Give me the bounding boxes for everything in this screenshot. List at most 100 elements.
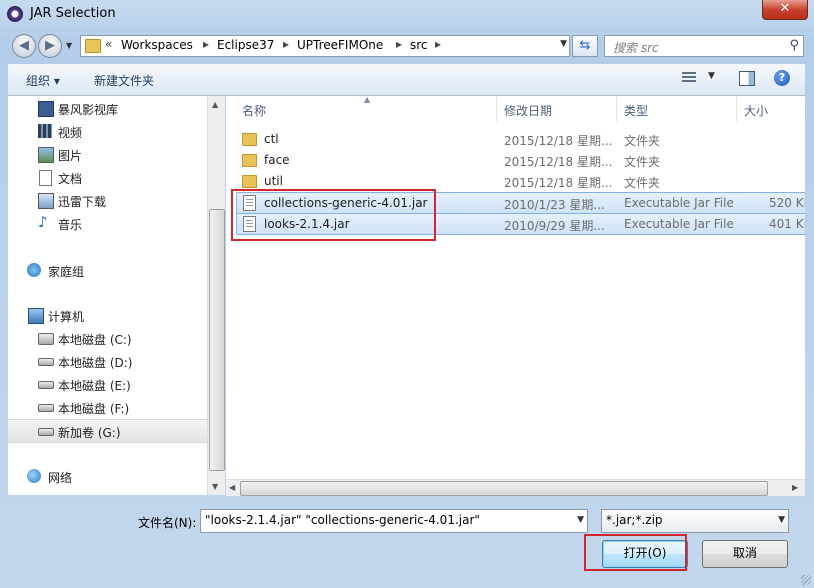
network-icon bbox=[27, 469, 41, 483]
eclipse-icon bbox=[7, 6, 23, 22]
nav-item-drive-g[interactable]: 新加卷 (G:) bbox=[8, 419, 207, 443]
computer-icon bbox=[28, 308, 44, 324]
drive-icon bbox=[38, 404, 54, 412]
file-type: Executable Jar File bbox=[624, 196, 734, 210]
nav-label: 迅雷下载 bbox=[58, 195, 107, 209]
column-header-date[interactable]: 修改日期 bbox=[496, 96, 617, 122]
nav-label: 本地磁盘 (F:) bbox=[58, 402, 130, 416]
view-dropdown-icon[interactable]: ▼ bbox=[708, 71, 715, 81]
file-type-dropdown-icon[interactable]: ▼ bbox=[778, 515, 785, 525]
column-label: 名称 bbox=[242, 104, 267, 118]
breadcrumb-uptreefimone[interactable]: UPTreeFIMOne bbox=[297, 38, 383, 52]
filename-label: 文件名(N): bbox=[138, 516, 197, 530]
nav-label: 暴风影视库 bbox=[58, 103, 119, 117]
breadcrumb-overflow[interactable]: « bbox=[105, 37, 112, 51]
back-button[interactable]: ◀ bbox=[12, 34, 36, 58]
video-icon bbox=[38, 124, 52, 138]
file-size: 401 KB bbox=[769, 217, 805, 231]
drive-icon bbox=[38, 358, 54, 366]
nav-item-videos[interactable]: 视频 bbox=[8, 120, 207, 142]
file-list: 名称 ▲ 修改日期 类型 大小 ctl 2015/12/18 星期... 文件夹… bbox=[226, 96, 805, 495]
breadcrumb-src[interactable]: src bbox=[410, 38, 428, 52]
resize-grip[interactable] bbox=[801, 575, 811, 585]
nav-item-documents[interactable]: 文档 bbox=[8, 166, 207, 188]
file-name: face bbox=[264, 153, 290, 167]
forward-button[interactable]: ▶ bbox=[38, 34, 62, 58]
system-drive-icon bbox=[38, 333, 54, 345]
nav-item-drive-d[interactable]: 本地磁盘 (D:) bbox=[8, 350, 207, 372]
nav-label: 文档 bbox=[58, 172, 83, 186]
column-label: 类型 bbox=[624, 104, 649, 118]
drive-icon bbox=[38, 428, 54, 436]
file-row-folder[interactable]: ctl 2015/12/18 星期... 文件夹 bbox=[236, 129, 805, 149]
dialog-window: JAR Selection ✕ ◀ ▶ ▼ « Workspaces ▸ Ecl… bbox=[0, 0, 814, 588]
breadcrumb-separator-icon[interactable]: ▸ bbox=[283, 37, 289, 51]
sort-ascending-icon: ▲ bbox=[364, 96, 371, 104]
file-type-value: *.jar;*.zip bbox=[606, 513, 663, 527]
search-input[interactable]: 搜索 src ⚲ bbox=[604, 35, 804, 57]
breadcrumb-separator-icon[interactable]: ▸ bbox=[203, 37, 209, 51]
file-row-folder[interactable]: face 2015/12/18 星期... 文件夹 bbox=[236, 150, 805, 170]
filename-input[interactable]: "looks-2.1.4.jar" "collections-generic-4… bbox=[200, 509, 588, 533]
filename-dropdown-icon[interactable]: ▼ bbox=[577, 515, 584, 525]
nav-item-drive-e[interactable]: 本地磁盘 (E:) bbox=[8, 373, 207, 395]
file-row-folder[interactable]: util 2015/12/18 星期... 文件夹 bbox=[236, 171, 805, 191]
file-type-select[interactable]: *.jar;*.zip ▼ bbox=[601, 509, 789, 533]
breadcrumb-separator-icon[interactable]: ▸ bbox=[396, 37, 402, 51]
annotation-highlight-open bbox=[584, 534, 687, 571]
file-date: 2010/9/29 星期... bbox=[504, 219, 605, 233]
help-icon[interactable]: ? bbox=[774, 70, 790, 86]
filename-value: "looks-2.1.4.jar" "collections-generic-4… bbox=[205, 513, 480, 527]
folder-icon bbox=[85, 39, 101, 53]
breadcrumb-eclipse37[interactable]: Eclipse37 bbox=[217, 38, 274, 52]
history-dropdown-icon[interactable]: ▼ bbox=[66, 41, 72, 50]
search-icon[interactable]: ⚲ bbox=[789, 38, 799, 53]
video-library-icon bbox=[38, 101, 54, 117]
nav-item-network[interactable]: 网络 bbox=[8, 465, 207, 487]
preview-pane-icon[interactable] bbox=[739, 71, 755, 86]
scroll-down-icon[interactable]: ▼ bbox=[212, 482, 218, 491]
file-type: Executable Jar File bbox=[624, 217, 734, 231]
nav-label: 音乐 bbox=[58, 218, 83, 232]
address-dropdown-icon[interactable]: ▼ bbox=[560, 39, 567, 49]
window-title: JAR Selection bbox=[30, 6, 116, 21]
scroll-right-icon[interactable]: ▶ bbox=[792, 483, 798, 492]
nav-scrollbar[interactable]: ▲ ▼ bbox=[207, 96, 225, 495]
new-folder-button[interactable]: 新建文件夹 bbox=[94, 72, 154, 89]
scroll-left-icon[interactable]: ◀ bbox=[229, 483, 235, 492]
organize-button[interactable]: 组织 ▾ bbox=[26, 72, 60, 89]
navigation-pane: 暴风影视库 视频 图片 文档 迅雷下载 ♪ 音乐 家庭组 计算机 本地磁盘 (C… bbox=[8, 96, 207, 495]
nav-label: 计算机 bbox=[48, 310, 85, 324]
column-header-type[interactable]: 类型 bbox=[616, 96, 737, 122]
nav-item-drive-f[interactable]: 本地磁盘 (F:) bbox=[8, 396, 207, 418]
nav-label: 本地磁盘 (E:) bbox=[58, 379, 131, 393]
nav-item-computer[interactable]: 计算机 bbox=[8, 304, 207, 326]
scrollbar-thumb[interactable] bbox=[240, 481, 768, 496]
nav-item-homegroup[interactable]: 家庭组 bbox=[8, 259, 207, 281]
breadcrumb-separator-icon[interactable]: ▸ bbox=[435, 37, 441, 51]
cancel-button[interactable]: 取消 bbox=[702, 540, 788, 568]
file-date: 2010/1/23 星期... bbox=[504, 198, 605, 212]
file-list-hscrollbar[interactable]: ◀ ▶ bbox=[226, 479, 805, 496]
nav-item-drive-c[interactable]: 本地磁盘 (C:) bbox=[8, 327, 207, 349]
address-bar[interactable]: « Workspaces ▸ Eclipse37 ▸ UPTreeFIMOne … bbox=[80, 35, 570, 57]
file-date: 2015/12/18 星期... bbox=[504, 176, 613, 190]
column-header-name[interactable]: 名称 ▲ bbox=[226, 96, 497, 122]
document-icon bbox=[39, 170, 52, 186]
breadcrumb-workspaces[interactable]: Workspaces bbox=[121, 38, 193, 52]
file-name: util bbox=[264, 174, 283, 188]
column-header-size[interactable]: 大小 bbox=[736, 96, 805, 122]
folder-icon bbox=[242, 175, 257, 188]
music-icon: ♪ bbox=[38, 213, 48, 231]
nav-item-pictures[interactable]: 图片 bbox=[8, 143, 207, 165]
nav-item-downloads[interactable]: 迅雷下载 bbox=[8, 189, 207, 211]
scrollbar-thumb[interactable] bbox=[209, 209, 225, 471]
nav-label: 视频 bbox=[58, 126, 83, 140]
scroll-up-icon[interactable]: ▲ bbox=[212, 100, 218, 109]
folder-icon bbox=[242, 154, 257, 167]
nav-item-video-library[interactable]: 暴风影视库 bbox=[8, 97, 207, 119]
nav-item-music[interactable]: ♪ 音乐 bbox=[8, 212, 207, 234]
close-button[interactable]: ✕ bbox=[762, 0, 808, 20]
refresh-button[interactable]: ⇆ bbox=[572, 35, 598, 57]
view-options-icon[interactable] bbox=[682, 72, 696, 84]
